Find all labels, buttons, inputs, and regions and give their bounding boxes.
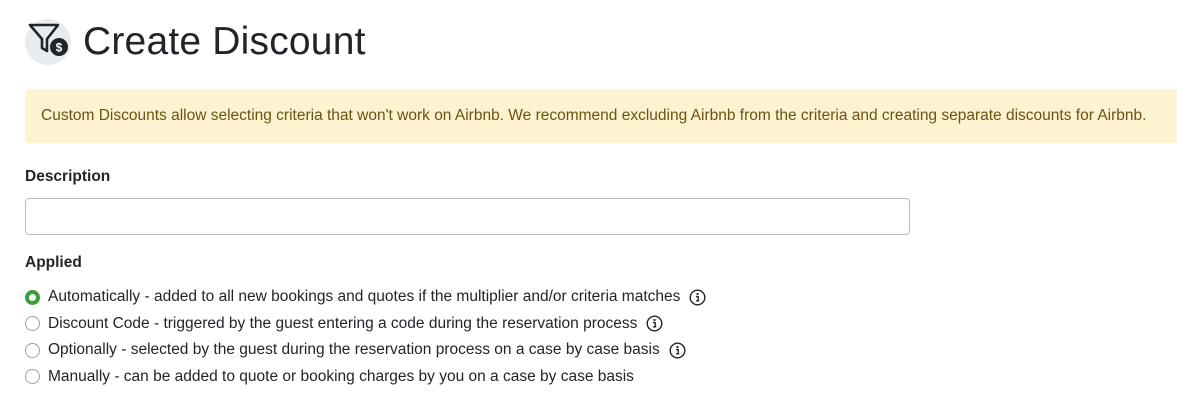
radio-label[interactable]: Manually - can be added to quote or book…	[48, 368, 634, 386]
radio-label[interactable]: Optionally - selected by the guest durin…	[48, 341, 660, 359]
applied-option-discount-code[interactable]: Discount Code - triggered by the guest e…	[25, 311, 706, 338]
radio-label[interactable]: Automatically - added to all new booking…	[48, 288, 680, 306]
page-header: $ Create Discount	[25, 16, 366, 68]
applied-radio-group: Automatically - added to all new booking…	[25, 284, 706, 390]
description-label: Description	[25, 168, 111, 185]
alert-text: Custom Discounts allow selecting criteri…	[41, 107, 1147, 124]
radio-button[interactable]	[25, 289, 40, 305]
svg-text:$: $	[56, 41, 63, 55]
filter-dollar-icon: $	[25, 19, 71, 65]
info-icon[interactable]	[646, 315, 663, 332]
radio-button[interactable]	[25, 316, 40, 332]
description-input[interactable]	[25, 198, 910, 235]
radio-button[interactable]	[25, 342, 40, 358]
page-title: Create Discount	[83, 20, 366, 63]
applied-option-automatically[interactable]: Automatically - added to all new booking…	[25, 284, 706, 311]
radio-button[interactable]	[25, 369, 40, 385]
applied-option-optionally[interactable]: Optionally - selected by the guest durin…	[25, 337, 706, 364]
info-icon[interactable]	[689, 289, 706, 306]
applied-label: Applied	[25, 254, 82, 271]
info-icon[interactable]	[669, 342, 686, 359]
applied-option-manually[interactable]: Manually - can be added to quote or book…	[25, 364, 706, 391]
page: $ Create Discount Custom Discounts allow…	[0, 0, 1177, 399]
radio-label[interactable]: Discount Code - triggered by the guest e…	[48, 315, 637, 333]
airbnb-warning-alert: Custom Discounts allow selecting criteri…	[25, 89, 1177, 143]
